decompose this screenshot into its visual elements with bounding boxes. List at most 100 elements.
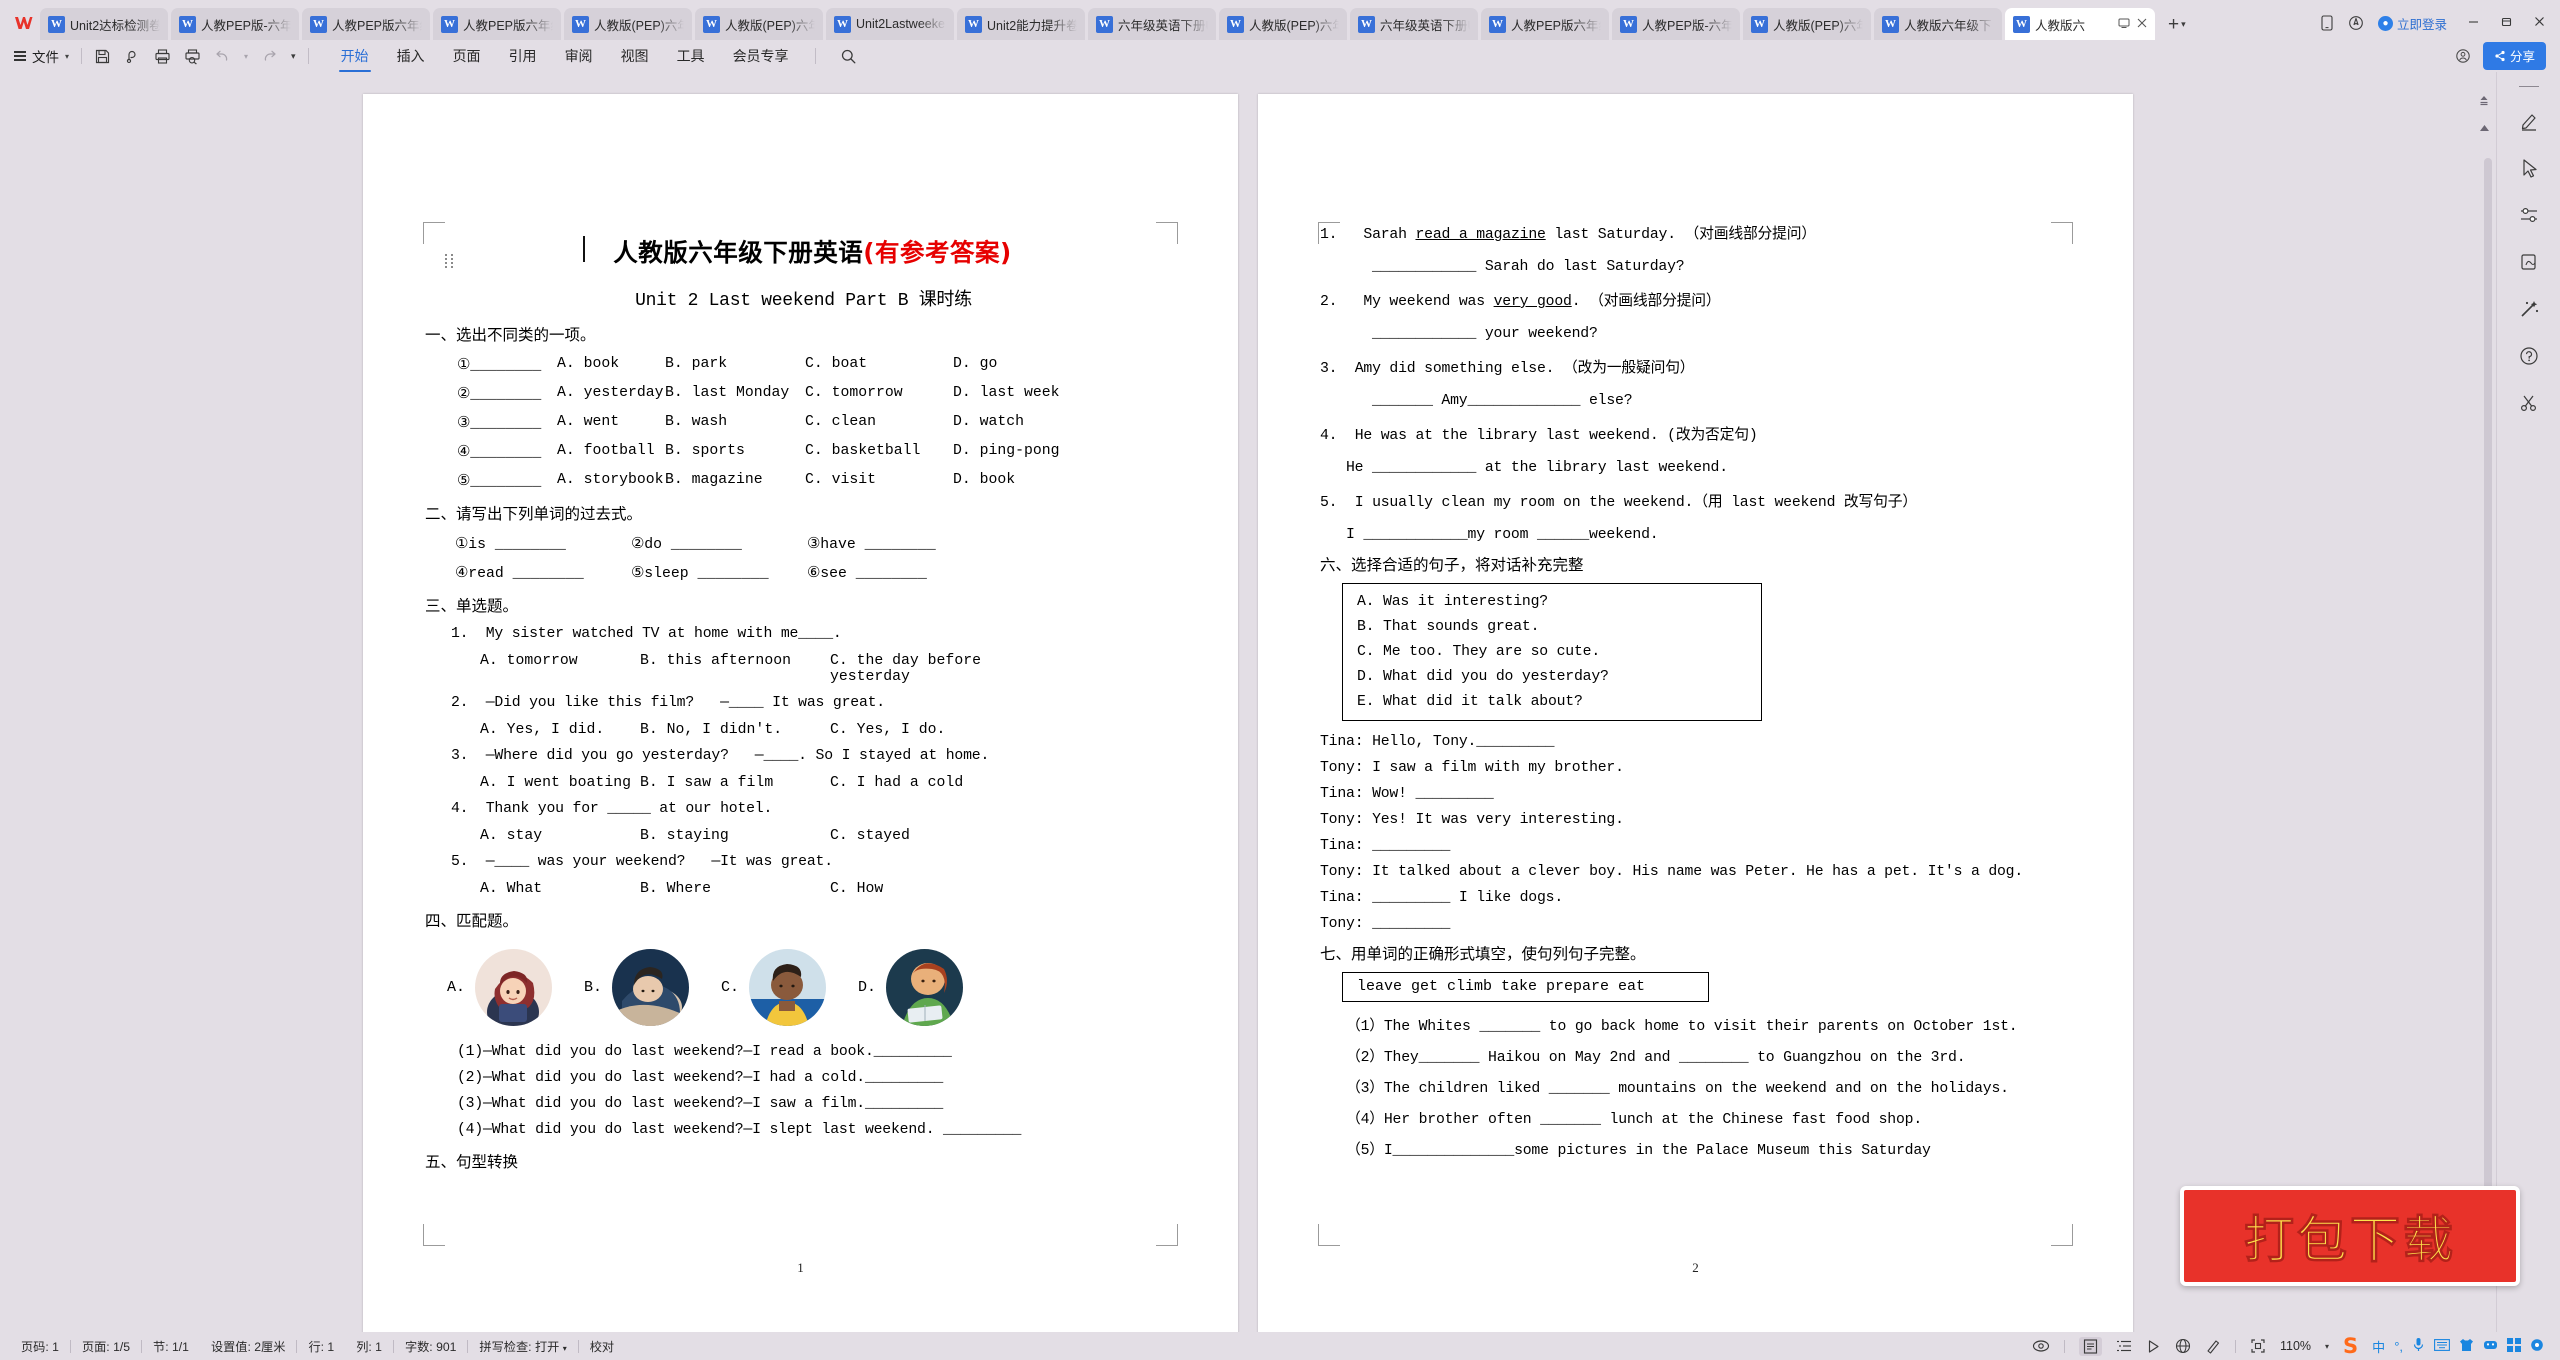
doc-tab[interactable]: W 人教版六年级下 xyxy=(1874,8,2002,40)
pen-icon[interactable] xyxy=(2514,108,2544,134)
eye-icon[interactable] xyxy=(2032,1339,2050,1353)
question-text: 1. My sister watched TV at home with me_… xyxy=(451,626,842,642)
doc-tab-label: 人教PEP版六年级 xyxy=(1511,18,1601,33)
status-setting-value[interactable]: 设置值: 2厘米 xyxy=(200,1337,297,1355)
doc-tab[interactable]: W 人教PEP版-六年级 xyxy=(171,8,299,40)
cursor-icon[interactable] xyxy=(2514,155,2544,181)
fill-blank-4: （4）Her brother often _______ lunch at th… xyxy=(1346,1112,1923,1128)
ime-punctuation-icon[interactable]: °, xyxy=(2394,1339,2403,1354)
window-minimize-button[interactable] xyxy=(2467,15,2480,31)
doc-tab[interactable]: W 六年级英语下册U xyxy=(1350,8,1478,40)
scissors-icon[interactable] xyxy=(2514,390,2544,416)
doc-tab[interactable]: W 人教版(PEP)六年 xyxy=(1219,8,1347,40)
chevron-down-icon[interactable]: ▾ xyxy=(2181,19,2186,30)
doc-tab[interactable]: W 人教PEP版六年级 xyxy=(302,8,430,40)
chevron-down-icon[interactable]: ▾ xyxy=(2325,1342,2329,1351)
scroll-up-icon[interactable] xyxy=(2479,124,2490,135)
tab-split-screen-icon[interactable] xyxy=(2118,17,2130,32)
compass-icon[interactable] xyxy=(2348,15,2364,31)
matching-image-b xyxy=(612,949,690,1026)
scroll-top-icon[interactable] xyxy=(2478,94,2490,109)
ime-keyboard-icon[interactable] xyxy=(2434,1338,2450,1354)
choice-number: ③________ xyxy=(457,416,542,432)
status-page-count[interactable]: 页面: 1/5 xyxy=(71,1337,141,1355)
mobile-sync-icon[interactable] xyxy=(2320,15,2334,31)
ime-apps-icon[interactable] xyxy=(2507,1337,2521,1355)
status-page-code[interactable]: 页码: 1 xyxy=(10,1337,70,1355)
play-icon[interactable] xyxy=(2146,1339,2161,1354)
ime-settings-icon[interactable] xyxy=(2530,1338,2544,1355)
ribbon-tab-view[interactable]: 视图 xyxy=(607,43,663,70)
outline-view-icon[interactable] xyxy=(2116,1339,2132,1354)
hand-write-icon[interactable] xyxy=(2514,249,2544,275)
web-view-icon[interactable] xyxy=(2175,1338,2191,1354)
doc-tab[interactable]: W 人教版(PEP)六年 xyxy=(564,8,692,40)
ime-skin-icon[interactable] xyxy=(2459,1338,2474,1355)
doc-tab[interactable]: W 六年级英语下册U xyxy=(1088,8,1216,40)
page-view-icon[interactable] xyxy=(2078,1336,2102,1356)
chevron-down-icon[interactable]: ▾ xyxy=(563,1344,567,1353)
cloud-sync-icon[interactable] xyxy=(124,48,141,65)
collaborate-icon[interactable] xyxy=(2455,48,2471,64)
vertical-scrollbar[interactable] xyxy=(2482,72,2494,1332)
status-column[interactable]: 列: 1 xyxy=(345,1337,393,1355)
undo-icon[interactable] xyxy=(214,48,231,65)
help-icon[interactable] xyxy=(2514,343,2544,369)
doc-tab[interactable]: W 人教PEP版六年级 xyxy=(433,8,561,40)
ribbon-tab-member[interactable]: 会员专享 xyxy=(719,43,803,70)
window-restore-button[interactable] xyxy=(2500,15,2513,31)
file-menu-button[interactable]: 文件 ▾ xyxy=(14,46,69,66)
text-cursor xyxy=(583,236,585,262)
ime-mic-icon[interactable] xyxy=(2412,1337,2425,1355)
ime-emoji-icon[interactable] xyxy=(2483,1338,2498,1355)
doc-tab[interactable]: W Unit2达标检测卷 xyxy=(40,8,168,40)
magic-wand-icon[interactable] xyxy=(2514,296,2544,322)
save-icon[interactable] xyxy=(94,48,111,65)
status-word-count[interactable]: 字数: 901 xyxy=(394,1337,467,1355)
ribbon-tab-review[interactable]: 审阅 xyxy=(551,43,607,70)
zoom-level[interactable]: 110% xyxy=(2280,1339,2311,1353)
print-icon[interactable] xyxy=(154,48,171,65)
doc-tab[interactable]: W 人教版(PEP)六年 xyxy=(695,8,823,40)
doc-tab[interactable]: W 人教版(PEP)六年 xyxy=(1743,8,1871,40)
doc-tab[interactable]: W 人教PEP版-六年 xyxy=(1612,8,1740,40)
share-button[interactable]: 分享 xyxy=(2482,42,2546,70)
doc-tab[interactable]: W 人教PEP版六年级 xyxy=(1481,8,1609,40)
ribbon-tab-start[interactable]: 开始 xyxy=(327,43,383,72)
word-file-icon: W xyxy=(1751,15,1768,33)
ribbon-tab-tools[interactable]: 工具 xyxy=(663,43,719,70)
section-heading-2: 二、请写出下列单词的过去式。 xyxy=(425,505,643,523)
window-close-button[interactable] xyxy=(2533,15,2546,31)
undo-dropdown-icon[interactable]: ▾ xyxy=(244,52,248,61)
tab-close-icon[interactable] xyxy=(2137,17,2147,31)
choice-option-d: D. watch xyxy=(953,414,1025,430)
ribbon-tab-insert[interactable]: 插入 xyxy=(383,43,439,70)
document-page-2[interactable]: 1. Sarah read a magazine last Saturday. … xyxy=(1258,94,2133,1332)
doc-tab[interactable]: W Unit2Lastweeke xyxy=(826,8,954,40)
settings-slider-icon[interactable] xyxy=(2514,202,2544,228)
sogou-ime-logo-icon[interactable]: S xyxy=(2343,1335,2358,1357)
ribbon-tab-page[interactable]: 页面 xyxy=(439,43,495,70)
ime-mode-label[interactable]: 中 xyxy=(2372,1337,2385,1356)
doc-tab[interactable]: W Unit2能力提升卷 xyxy=(957,8,1085,40)
status-section[interactable]: 节: 1/1 xyxy=(142,1337,200,1355)
status-proofread[interactable]: 校对 xyxy=(579,1337,625,1355)
new-tab-button[interactable]: + ▾ xyxy=(2158,8,2192,40)
word-bank-box: leave get climb take prepare eat xyxy=(1342,972,1709,1002)
doc-tab-active[interactable]: W 人教版六 xyxy=(2005,8,2155,40)
login-button[interactable]: ● 立即登录 xyxy=(2377,14,2447,33)
ribbon-tab-reference[interactable]: 引用 xyxy=(495,43,551,70)
customize-quick-access-icon[interactable]: ▾ xyxy=(291,51,296,62)
redo-icon[interactable] xyxy=(261,48,278,65)
print-preview-icon[interactable] xyxy=(184,48,201,65)
dialog-line: Tony: It talked about a clever boy. His … xyxy=(1320,864,2024,880)
document-page-1[interactable]: 人教版六年级下册英语(有参考答案) Unit 2 Last weekend Pa… xyxy=(363,94,1238,1332)
download-sticker-button[interactable]: 打包下载 xyxy=(2180,1186,2520,1286)
search-icon[interactable] xyxy=(840,48,857,65)
brush-icon[interactable] xyxy=(2205,1338,2221,1354)
fullscreen-icon[interactable] xyxy=(2250,1338,2266,1354)
scrollbar-thumb[interactable] xyxy=(2484,158,2492,1218)
status-spellcheck[interactable]: 拼写检查: 打开 ▾ xyxy=(468,1337,577,1355)
status-row[interactable]: 行: 1 xyxy=(297,1337,345,1355)
q-post: . （对画线部分提问） xyxy=(1571,294,1721,310)
